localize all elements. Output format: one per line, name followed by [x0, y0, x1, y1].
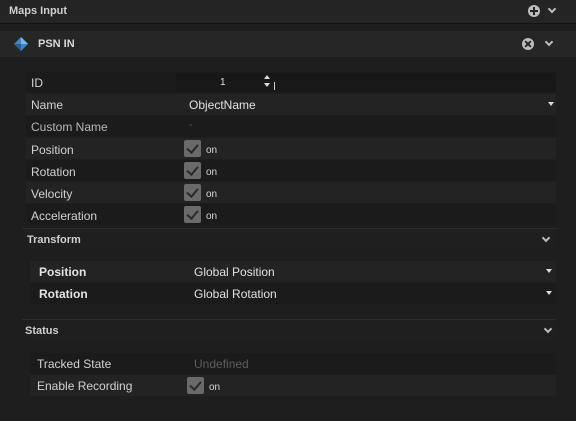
id-value[interactable]: 1 — [220, 77, 226, 88]
rotation-row — [26, 160, 556, 181]
id-input[interactable] — [176, 73, 556, 92]
id-label: ID — [31, 76, 43, 90]
psn-in-bar[interactable] — [0, 31, 576, 57]
plus-circle-icon[interactable] — [528, 5, 540, 17]
custom-name-input[interactable]: - — [189, 120, 192, 131]
stepper-up-icon[interactable] — [264, 75, 270, 79]
enable-recording-label: Enable Recording — [37, 379, 133, 393]
rotation-checkbox[interactable] — [184, 162, 201, 179]
stepper-down-icon[interactable] — [264, 83, 270, 87]
tracked-state-value: Undefined — [194, 357, 249, 371]
dropdown-arrow-icon[interactable] — [546, 269, 552, 273]
psn-in-title: PSN IN — [38, 38, 75, 50]
transform-title: Transform — [27, 234, 81, 246]
status-title: Status — [25, 325, 59, 337]
tracked-state-label: Tracked State — [37, 357, 112, 371]
position-label: Position — [31, 143, 74, 157]
custom-name-label: Custom Name — [31, 120, 108, 134]
panel-header — [0, 0, 576, 24]
acceleration-checkbox[interactable] — [184, 206, 201, 223]
position-state: on — [206, 145, 218, 156]
transform-rotation-label: Rotation — [39, 287, 88, 301]
rotation-state: on — [206, 167, 218, 178]
status-section-header[interactable] — [26, 320, 556, 341]
velocity-label: Velocity — [31, 187, 73, 201]
close-circle-icon[interactable] — [522, 38, 534, 50]
name-label: Name — [31, 98, 64, 112]
dropdown-arrow-icon[interactable] — [548, 102, 554, 106]
acceleration-row — [26, 204, 556, 225]
rotation-label: Rotation — [31, 165, 76, 179]
position-row — [26, 138, 556, 159]
transform-section-header[interactable] — [26, 229, 556, 250]
enable-recording-state: on — [209, 382, 221, 393]
enable-recording-checkbox[interactable] — [187, 377, 204, 394]
transform-position-select[interactable]: Global Position — [194, 265, 275, 279]
text-caret — [274, 82, 275, 90]
velocity-checkbox[interactable] — [184, 184, 201, 201]
transform-position-row — [30, 261, 556, 282]
velocity-state: on — [206, 189, 218, 200]
panel-title: Maps Input — [9, 5, 68, 17]
velocity-row — [26, 182, 556, 203]
transform-position-label: Position — [39, 265, 87, 279]
position-checkbox[interactable] — [184, 140, 201, 157]
acceleration-label: Acceleration — [31, 209, 98, 223]
dropdown-arrow-icon[interactable] — [546, 291, 552, 295]
transform-rotation-select[interactable]: Global Rotation — [194, 287, 277, 301]
name-select[interactable]: ObjectName — [189, 98, 256, 112]
transform-rotation-row — [30, 283, 556, 304]
diamond-icon — [14, 37, 28, 51]
name-row — [26, 94, 556, 115]
acceleration-state: on — [206, 211, 218, 222]
